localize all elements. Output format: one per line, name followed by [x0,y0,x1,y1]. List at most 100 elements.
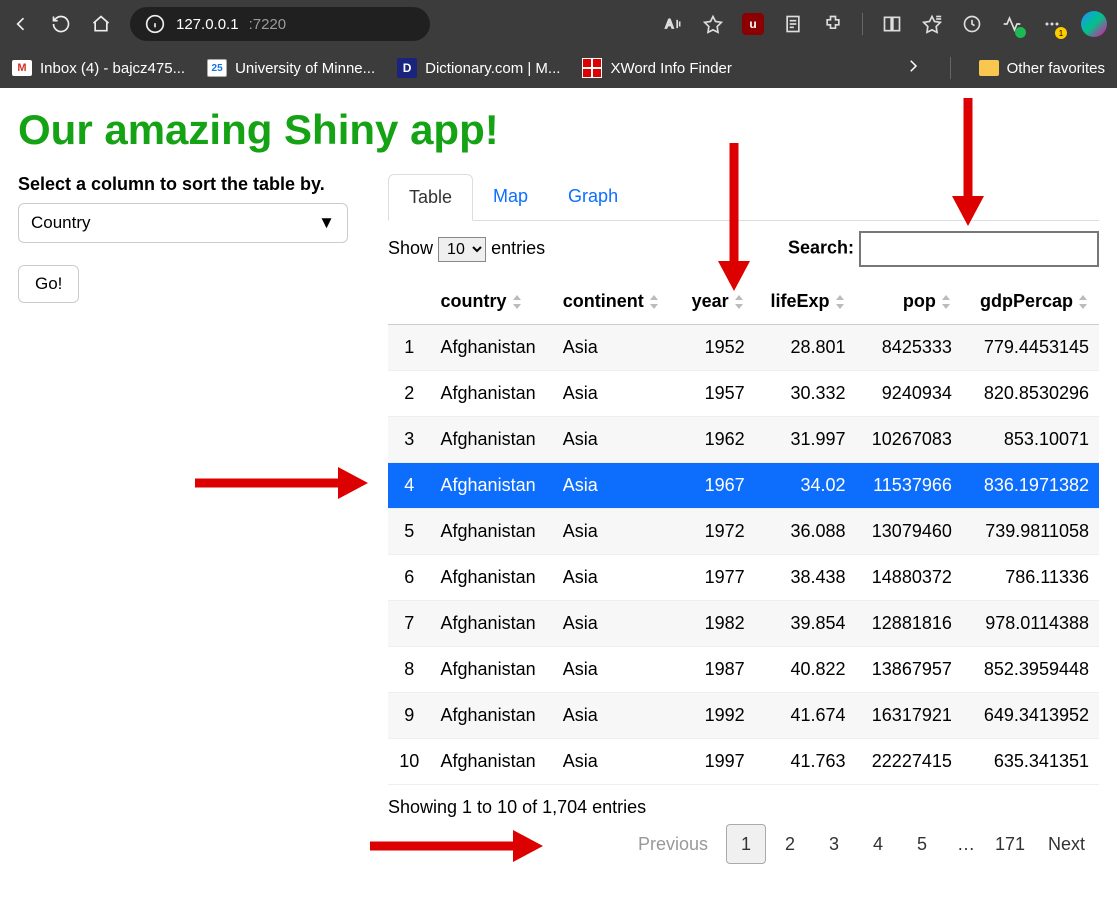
table-row[interactable]: 3AfghanistanAsia196231.99710267083853.10… [388,417,1099,463]
cell-idx: 10 [388,739,431,785]
table-row[interactable]: 5AfghanistanAsia197236.08813079460739.98… [388,509,1099,555]
page-171[interactable]: 171 [990,824,1030,864]
more-icon[interactable]: 1 [1041,13,1063,35]
caret-down-icon: ▼ [318,213,335,233]
table-row[interactable]: 1AfghanistanAsia195228.8018425333779.445… [388,325,1099,371]
col-country[interactable]: country [431,279,553,325]
cell-lifeExp: 41.763 [755,739,856,785]
sort-icon [511,295,523,309]
cell-country: Afghanistan [431,417,553,463]
star-icon[interactable] [702,13,724,35]
cell-country: Afghanistan [431,509,553,555]
page-2[interactable]: 2 [770,824,810,864]
column-select[interactable]: Country ▼ [18,203,348,243]
cell-idx: 2 [388,371,431,417]
cell-continent: Asia [553,417,677,463]
select-value: Country [31,213,91,233]
cell-country: Afghanistan [431,647,553,693]
cell-country: Afghanistan [431,325,553,371]
cell-idx: 8 [388,647,431,693]
site-info-icon[interactable] [144,13,166,35]
refresh-icon[interactable] [50,13,72,35]
read-aloud-icon[interactable]: A [662,13,684,35]
sort-icon [834,295,846,309]
cell-continent: Asia [553,601,677,647]
table-row[interactable]: 4AfghanistanAsia196734.0211537966836.197… [388,463,1099,509]
entries-label: entries [491,238,545,258]
datatable-controls: Show 10 entries Search: [388,231,1099,267]
cell-idx: 9 [388,693,431,739]
table-row[interactable]: 6AfghanistanAsia197738.43814880372786.11… [388,555,1099,601]
length-select[interactable]: 10 [438,237,486,262]
dictionary-icon: D [397,58,417,78]
chevron-right-icon[interactable] [904,57,922,79]
go-button[interactable]: Go! [18,265,79,303]
col-pop[interactable]: pop [856,279,962,325]
page-previous[interactable]: Previous [624,824,722,864]
page-icon[interactable] [782,13,804,35]
bookmark-dictionary[interactable]: D Dictionary.com | M... [397,58,560,78]
cell-year: 1987 [677,647,755,693]
table-row[interactable]: 8AfghanistanAsia198740.82213867957852.39… [388,647,1099,693]
cell-country: Afghanistan [431,371,553,417]
page-3[interactable]: 3 [814,824,854,864]
cell-country: Afghanistan [431,463,553,509]
cell-continent: Asia [553,463,677,509]
main-panel: Table Map Graph Show 10 entries Search: [388,174,1099,864]
tab-table[interactable]: Table [388,174,473,221]
cell-year: 1967 [677,463,755,509]
col-year[interactable]: year [677,279,755,325]
tab-graph[interactable]: Graph [548,174,638,220]
cell-lifeExp: 36.088 [755,509,856,555]
favorites-icon[interactable] [921,13,943,35]
search-label: Search: [788,238,854,258]
col-lifeexp[interactable]: lifeExp [755,279,856,325]
cell-lifeExp: 28.801 [755,325,856,371]
bookmark-label: University of Minne... [235,60,375,77]
bookmark-umn[interactable]: 25 University of Minne... [207,59,375,77]
cell-gdpPercap: 739.9811058 [962,509,1099,555]
copilot-icon[interactable] [1081,11,1107,37]
table-row[interactable]: 7AfghanistanAsia198239.85412881816978.01… [388,601,1099,647]
cell-pop: 8425333 [856,325,962,371]
page-ellipsis: … [946,824,986,864]
history-icon[interactable] [961,13,983,35]
page-1[interactable]: 1 [726,824,766,864]
back-icon[interactable] [10,13,32,35]
split-screen-icon[interactable] [881,13,903,35]
bookmark-label: Inbox (4) - bajcz475... [40,60,185,77]
col-index[interactable] [388,279,431,325]
table-row[interactable]: 10AfghanistanAsia199741.76322227415635.3… [388,739,1099,785]
performance-icon[interactable] [1001,13,1023,35]
address-bar[interactable]: 127.0.0.1 :7220 [130,7,430,41]
cell-idx: 6 [388,555,431,601]
cell-year: 1982 [677,601,755,647]
col-continent[interactable]: continent [553,279,677,325]
col-gdppercap[interactable]: gdpPercap [962,279,1099,325]
page-next[interactable]: Next [1034,824,1099,864]
cell-gdpPercap: 779.4453145 [962,325,1099,371]
other-favorites-folder[interactable]: Other favorites [979,60,1105,77]
home-icon[interactable] [90,13,112,35]
cell-pop: 10267083 [856,417,962,463]
address-host: 127.0.0.1 [176,16,239,33]
data-table: country continent year lifeExp pop gdpPe… [388,279,1099,785]
extensions-icon[interactable] [822,13,844,35]
cell-continent: Asia [553,325,677,371]
bookmark-gmail[interactable]: M Inbox (4) - bajcz475... [12,60,185,77]
cell-continent: Asia [553,555,677,601]
page-4[interactable]: 4 [858,824,898,864]
page-5[interactable]: 5 [902,824,942,864]
cell-year: 1997 [677,739,755,785]
bookmark-xword[interactable]: XWord Info Finder [582,58,731,78]
cell-pop: 22227415 [856,739,962,785]
sidebar: Select a column to sort the table by. Co… [18,174,358,864]
table-row[interactable]: 2AfghanistanAsia195730.3329240934820.853… [388,371,1099,417]
cell-pop: 16317921 [856,693,962,739]
search-input[interactable] [859,231,1099,267]
address-port: :7220 [249,16,287,33]
ublock-icon[interactable]: u [742,13,764,35]
cell-gdpPercap: 853.10071 [962,417,1099,463]
tab-map[interactable]: Map [473,174,548,220]
table-row[interactable]: 9AfghanistanAsia199241.67416317921649.34… [388,693,1099,739]
